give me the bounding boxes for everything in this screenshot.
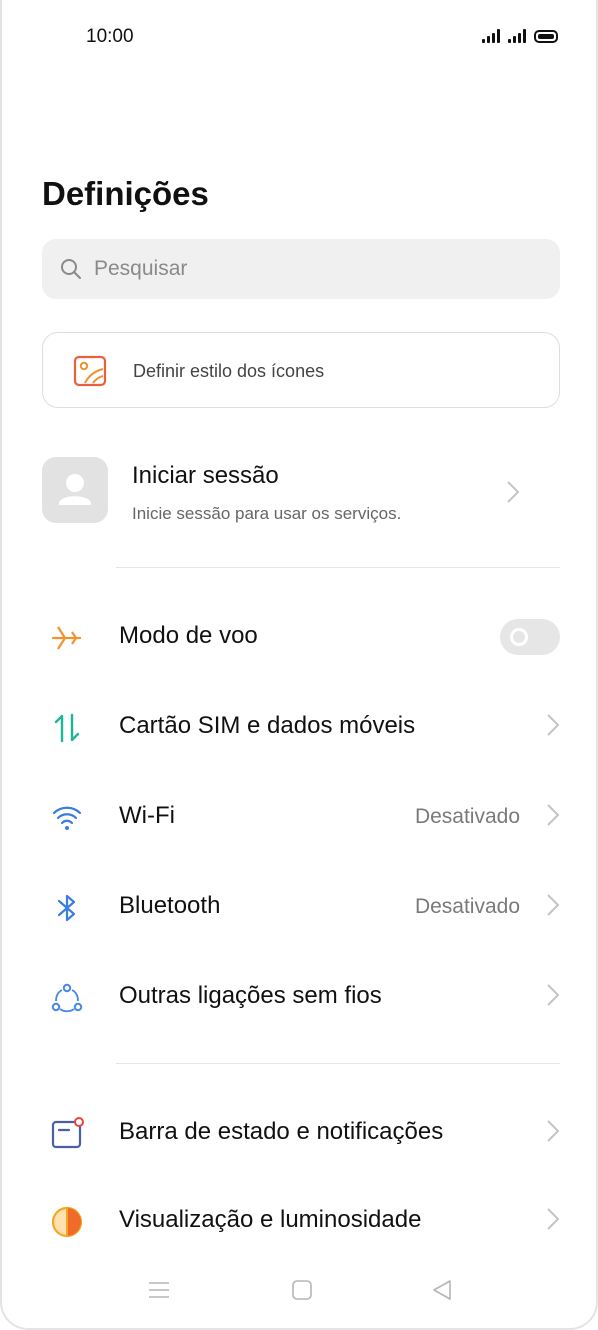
chevron-right-icon [547,894,560,916]
icon-style-label: Definir estilo dos ícones [133,361,325,381]
signal-icon [482,29,500,43]
battery-icon [534,30,558,43]
sim-data-row[interactable]: Cartão SIM e dados móveis [2,697,596,757]
back-icon[interactable] [430,1278,454,1302]
row-label: Wi-Fi [119,802,175,829]
wifi-status: Desativado [414,805,520,828]
sim-data-icon [54,713,80,743]
divider [116,567,560,568]
avatar [42,457,108,523]
other-connections-row[interactable]: Outras ligações sem fios [2,967,596,1027]
chevron-right-icon [507,481,520,503]
bluetooth-row[interactable]: Bluetooth Desativado [2,877,596,937]
chevron-right-icon [547,1120,560,1142]
row-label: Bluetooth [119,892,221,919]
notification-bar-icon [51,1117,84,1149]
row-label: Barra de estado e notificações [119,1118,444,1145]
menu-icon[interactable] [147,1278,171,1302]
bluetooth-status: Desativado [414,895,520,918]
chevron-right-icon [547,804,560,826]
page-title: Definições [42,175,209,212]
airplane-icon [51,626,82,650]
sign-in-row[interactable]: Iniciar sessão Inicie sessão para usar o… [42,456,560,526]
sign-in-title: Iniciar sessão [132,462,279,489]
icon-style-card[interactable]: Definir estilo dos ícones [42,332,560,408]
row-label: Outras ligações sem fios [119,982,382,1009]
status-icons [482,29,558,43]
user-icon [59,474,91,505]
status-bar-notifications-row[interactable]: Barra de estado e notificações [2,1103,596,1163]
row-label: Visualização e luminosidade [119,1206,422,1233]
bluetooth-icon [57,894,76,922]
navigation-bar [2,1278,596,1308]
icon-style-icon [73,355,107,387]
wifi-row[interactable]: Wi-Fi Desativado [2,787,596,847]
search-input[interactable]: Pesquisar [42,239,560,299]
home-icon[interactable] [290,1278,314,1302]
display-brightness-icon [51,1206,83,1238]
divider [116,1063,560,1064]
signal-icon [508,29,526,43]
status-time: 10:00 [86,26,134,47]
wifi-icon [52,806,82,830]
row-label: Cartão SIM e dados móveis [119,712,416,739]
display-brightness-row[interactable]: Visualização e luminosidade [2,1191,596,1251]
row-label: Modo de voo [119,622,258,649]
airplane-mode-toggle[interactable] [500,619,560,655]
settings-screen: 10:00 Definições Pesquisar Definir estil… [0,0,598,1330]
airplane-mode-row[interactable]: Modo de voo [2,607,596,667]
chevron-right-icon [547,714,560,736]
search-placeholder: Pesquisar [94,257,188,280]
toggle-knob [510,628,528,646]
chevron-right-icon [547,984,560,1006]
sign-in-subtitle: Inicie sessão para usar os serviços. [132,504,402,523]
chevron-right-icon [547,1208,560,1230]
search-icon [61,259,81,279]
connections-icon [51,983,83,1013]
status-bar: 10:00 [2,26,596,52]
